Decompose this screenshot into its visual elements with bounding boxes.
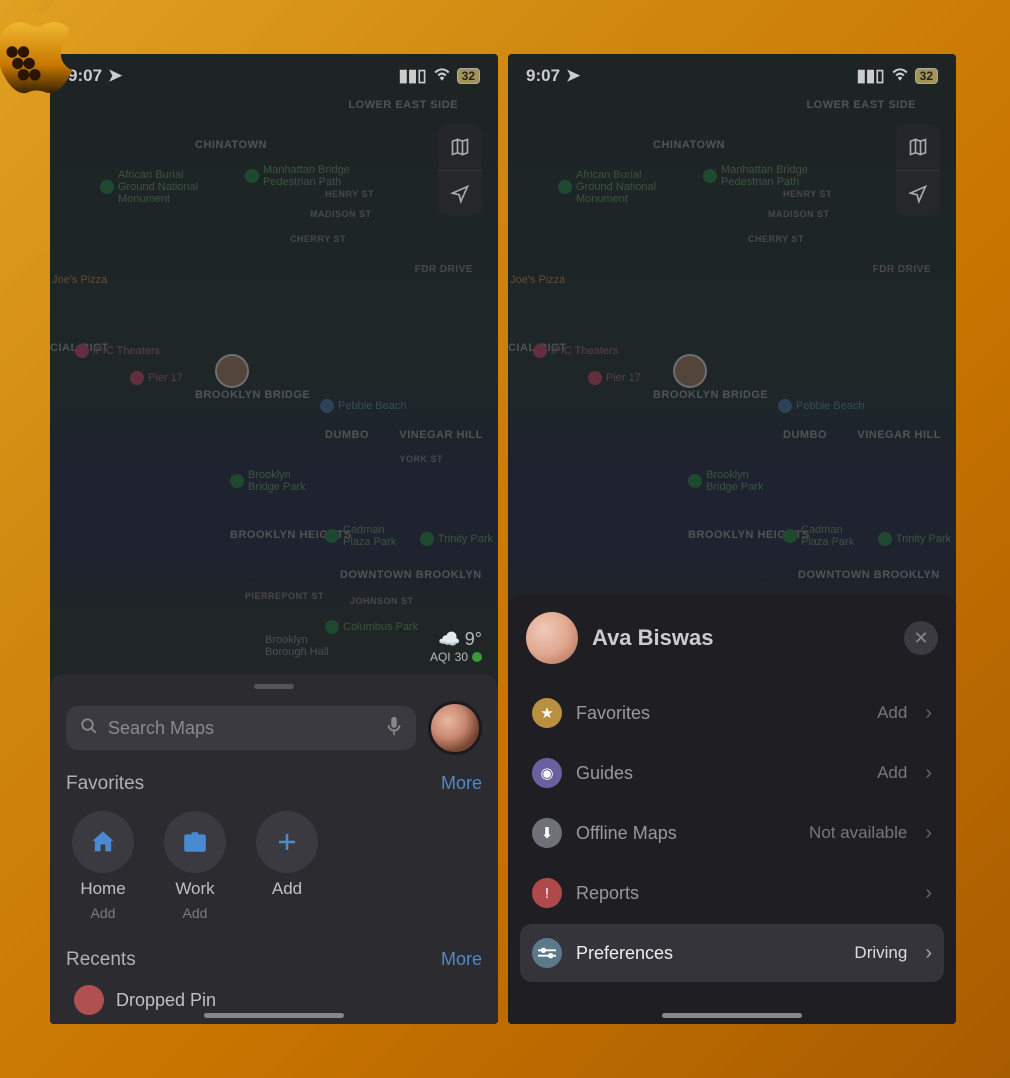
map-mode-button[interactable] [438,124,482,170]
wifi-icon [891,66,909,86]
map-street-label: HENRY ST [325,189,374,199]
map-area-label: LOWER EAST SIDE [348,99,458,111]
map-street-label: YORK ST [399,454,443,464]
chevron-right-icon: › [925,762,932,785]
chevron-right-icon: › [925,702,932,725]
map-street-label: CHERRY ST [290,234,346,244]
search-input[interactable]: Search Maps [66,706,416,750]
search-sheet[interactable]: Search Maps Favorites More Home Add [50,674,498,1024]
settings-icon [532,938,562,968]
battery-icon: 32 [915,68,938,84]
map-street-label: MADISON ST [310,209,372,219]
menu-offline-maps[interactable]: ⬇ Offline Maps Not available › [520,804,944,862]
poi-pier[interactable]: Pier 17 [130,371,183,385]
aqi-status-dot [472,652,482,662]
recent-item[interactable]: Dropped Pin [66,985,482,1015]
star-icon: ★ [532,698,562,728]
poi-theater[interactable]: iPIC Theaters [75,344,160,358]
site-logo [0,0,90,100]
search-placeholder: Search Maps [108,718,214,739]
plus-icon [256,811,318,873]
profile-sheet[interactable]: Ava Biswas ✕ ★ Favorites Add › ◉ Guides … [508,594,956,1024]
cellular-icon: ▮▮▯ [857,66,885,86]
map-controls [438,124,482,216]
map-area-label: VINEGAR HILL [399,429,483,441]
menu-guides[interactable]: ◉ Guides Add › [520,744,944,802]
favorites-more-link[interactable]: More [441,773,482,795]
map-mode-button[interactable] [896,124,940,170]
chevron-right-icon: › [925,882,932,905]
favorite-home[interactable]: Home Add [72,811,134,921]
chevron-right-icon: › [925,822,932,845]
map-area-label: CHINATOWN [195,139,267,151]
battery-icon: 32 [457,68,480,84]
poi-park[interactable]: Trinity Park [420,532,493,546]
map-area-label: CHINATOWN [653,139,725,151]
profile-name: Ava Biswas [592,625,890,651]
guides-icon: ◉ [532,758,562,788]
sheet-handle[interactable] [254,684,294,689]
poi-restaurant[interactable]: Joe's Pizza [52,274,107,286]
location-services-icon: ➤ [566,66,580,86]
favorite-add[interactable]: Add [256,811,318,921]
status-bar: 9:07 ➤ ▮▮▯ 32 [50,54,498,98]
briefcase-icon [164,811,226,873]
profile-avatar[interactable] [526,612,578,664]
status-bar: 9:07 ➤ ▮▮▯ 32 [508,54,956,98]
wifi-icon [433,66,451,86]
map-street-label: PIERREPONT ST [245,591,324,601]
favorite-work[interactable]: Work Add [164,811,226,921]
map-area-label: LOWER EAST SIDE [806,99,916,111]
map-controls [896,124,940,216]
poi-path[interactable]: Manhattan Bridge Pedestrian Path [245,164,350,188]
map-area-label: BROOKLYN BRIDGE [195,389,310,401]
weather-widget[interactable]: ☁️9° AQI 30 [430,629,482,664]
location-services-icon: ➤ [108,66,122,86]
menu-favorites[interactable]: ★ Favorites Add › [520,684,944,742]
menu-reports[interactable]: ! Reports › [520,864,944,922]
cloud-icon: ☁️ [438,629,460,650]
poi-park[interactable]: Columbus Park [325,620,418,634]
recents-more-link[interactable]: More [441,949,482,971]
cellular-icon: ▮▮▯ [399,66,427,86]
map-street-label: JOHNSON ST [350,596,414,606]
mic-icon[interactable] [386,716,402,741]
poi-park[interactable]: Cadman Plaza Park [325,524,396,548]
alert-icon: ! [532,878,562,908]
map-street-label: FDR DRIVE [415,264,473,275]
user-location-pin[interactable] [673,354,707,388]
menu-preferences[interactable]: Preferences Driving › [520,924,944,982]
map-area-label: DUMBO [325,429,369,441]
recents-header: Recents More [66,949,482,971]
chevron-right-icon: › [925,942,932,965]
close-button[interactable]: ✕ [904,621,938,655]
close-icon: ✕ [913,628,928,649]
profile-avatar-button[interactable] [428,701,482,755]
download-icon: ⬇ [532,818,562,848]
favorites-header: Favorites More [66,773,482,795]
screenshot-left: LOWER EAST SIDE CHINATOWN MADISON ST HEN… [50,54,498,1024]
poi-park[interactable]: Brooklyn Bridge Park [230,469,305,493]
home-indicator[interactable] [662,1013,802,1018]
home-icon [72,811,134,873]
pin-icon [74,985,104,1015]
profile-menu-list: ★ Favorites Add › ◉ Guides Add › ⬇ Offli… [508,684,956,982]
home-indicator[interactable] [204,1013,344,1018]
locate-me-button[interactable] [896,170,940,216]
map-area-label: DOWNTOWN BROOKLYN [340,569,482,581]
poi-monument[interactable]: African Burial Ground National Monument [100,169,198,205]
poi-building[interactable]: Brooklyn Borough Hall [265,634,329,658]
screenshot-right: LOWER EAST SIDE CHINATOWN MADISON ST HEN… [508,54,956,1024]
locate-me-button[interactable] [438,170,482,216]
search-icon [80,717,98,740]
user-location-pin[interactable] [215,354,249,388]
status-time: 9:07 [526,66,560,86]
poi-beach[interactable]: Pebble Beach [320,399,407,413]
